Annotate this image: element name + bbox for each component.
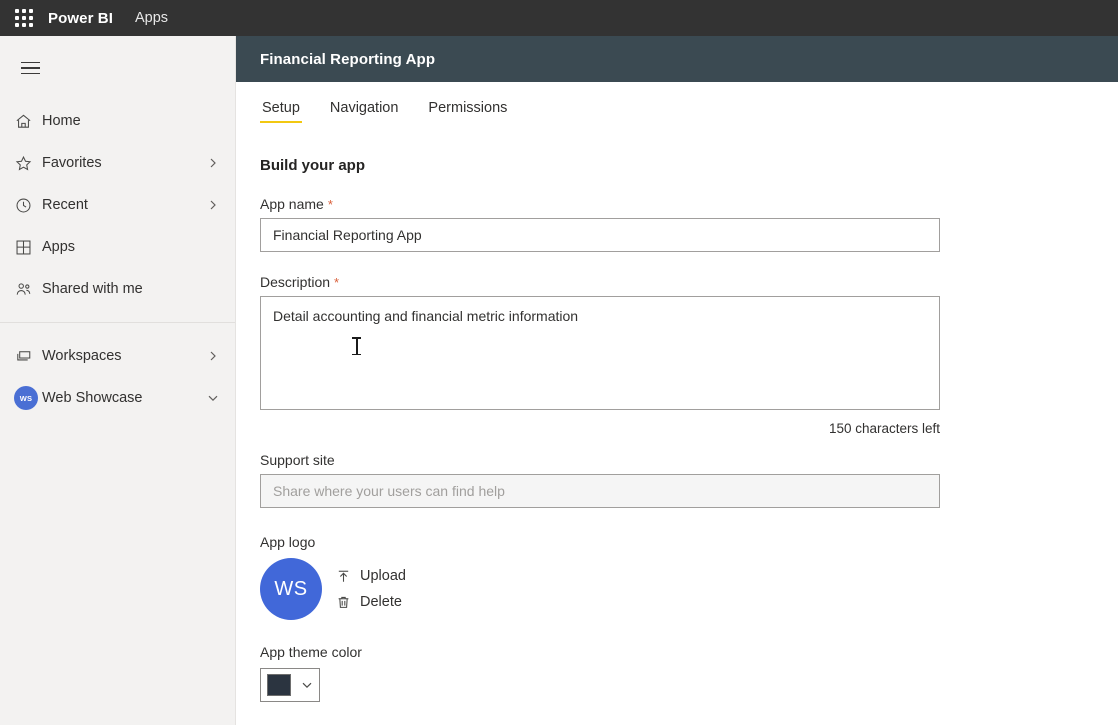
sidebar-item-apps[interactable]: Apps: [0, 226, 235, 268]
app-logo-label-row: App logo: [260, 534, 940, 550]
upload-label: Upload: [360, 568, 406, 584]
description-label-row: Description *: [260, 274, 940, 290]
star-icon: [14, 151, 42, 175]
sidebar-item-label: Apps: [42, 239, 76, 255]
app-name-input[interactable]: [260, 218, 940, 252]
support-site-label-row: Support site: [260, 452, 940, 468]
color-swatch: [267, 674, 291, 696]
sidebar-item-label: Workspaces: [42, 348, 122, 364]
hamburger-menu-icon[interactable]: [8, 46, 52, 90]
chevron-right-icon[interactable]: [207, 350, 219, 362]
delete-logo-button[interactable]: Delete: [336, 594, 406, 610]
apps-grid-icon: [14, 235, 42, 259]
upload-logo-button[interactable]: Upload: [336, 568, 406, 584]
workspaces-icon: [14, 344, 42, 368]
upload-arrow-icon: [338, 570, 349, 582]
field-support-site: Support site: [260, 452, 940, 508]
brand-title[interactable]: Power BI: [48, 10, 113, 27]
sidebar-item-recent[interactable]: Recent: [0, 184, 235, 226]
support-site-label: Support site: [260, 452, 335, 468]
field-description: Description * 150 characters left: [260, 274, 940, 436]
chevron-right-icon[interactable]: [207, 157, 219, 169]
required-asterisk: *: [327, 197, 333, 212]
app-theme-color-picker[interactable]: [260, 668, 320, 702]
people-icon: [14, 277, 42, 301]
sidebar-item-web-showcase[interactable]: WS Web Showcase: [0, 377, 235, 419]
sidebar-item-label: Favorites: [42, 155, 102, 171]
app-launcher-grid-icon[interactable]: [14, 8, 34, 28]
tab-setup[interactable]: Setup: [260, 100, 302, 123]
clock-icon: [14, 193, 42, 217]
app-title: Financial Reporting App: [260, 50, 436, 68]
tab-permissions[interactable]: Permissions: [426, 100, 509, 123]
chevron-down-icon[interactable]: [207, 392, 219, 404]
sidebar-item-favorites[interactable]: Favorites: [0, 142, 235, 184]
topbar-item-apps[interactable]: Apps: [135, 10, 168, 26]
sidebar-item-label: Web Showcase: [42, 390, 143, 406]
app-logo-label: App logo: [260, 534, 316, 550]
app-logo-actions: Upload Delete: [336, 568, 406, 610]
app-theme-color-label-row: App theme color: [260, 644, 940, 660]
chevron-down-icon[interactable]: [301, 679, 313, 691]
field-app-name: App name *: [260, 196, 940, 252]
app-name-label-row: App name *: [260, 196, 940, 212]
sidebar-item-label: Shared with me: [42, 281, 143, 297]
field-app-theme-color: App theme color: [260, 644, 940, 702]
trash-icon: [338, 596, 349, 608]
sidebar-item-label: Recent: [42, 197, 88, 213]
home-icon: [14, 109, 42, 133]
left-navigation-sidebar: Home Favorites Recent Apps Shared with m…: [0, 36, 236, 725]
support-site-input[interactable]: [260, 474, 940, 508]
sidebar-workspaces-group: Workspaces WS Web Showcase: [0, 322, 235, 419]
tab-bar: Setup Navigation Permissions: [236, 82, 1118, 123]
app-theme-color-label: App theme color: [260, 644, 362, 660]
global-top-bar: Power BI Apps: [0, 0, 1118, 36]
sidebar-item-home[interactable]: Home: [0, 100, 235, 142]
workspace-avatar: WS: [14, 386, 42, 410]
character-count-label: 150 characters left: [828, 421, 940, 436]
app-logo-avatar: WS: [260, 558, 322, 620]
section-title-build-your-app: Build your app: [260, 157, 365, 174]
app-name-label: App name: [260, 196, 324, 212]
tab-navigation[interactable]: Navigation: [328, 100, 401, 123]
main-content: Setup Navigation Permissions Build your …: [236, 82, 1118, 725]
description-label: Description: [260, 274, 331, 290]
sidebar-item-shared-with-me[interactable]: Shared with me: [0, 268, 235, 310]
required-asterisk: *: [334, 275, 340, 290]
sidebar-item-label: Home: [42, 113, 81, 129]
chevron-right-icon[interactable]: [207, 199, 219, 211]
avatar-initials: WS: [14, 386, 38, 410]
app-logo-row: WS Upload Delete: [260, 558, 940, 620]
sidebar-item-workspaces[interactable]: Workspaces: [0, 335, 235, 377]
app-header-band: Financial Reporting App: [236, 36, 1118, 82]
delete-label: Delete: [360, 594, 402, 610]
sidebar-primary-group: Home Favorites Recent Apps Shared with m…: [0, 98, 235, 310]
description-textarea[interactable]: [260, 296, 940, 410]
field-app-logo: App logo WS Upload Delete: [260, 534, 940, 620]
